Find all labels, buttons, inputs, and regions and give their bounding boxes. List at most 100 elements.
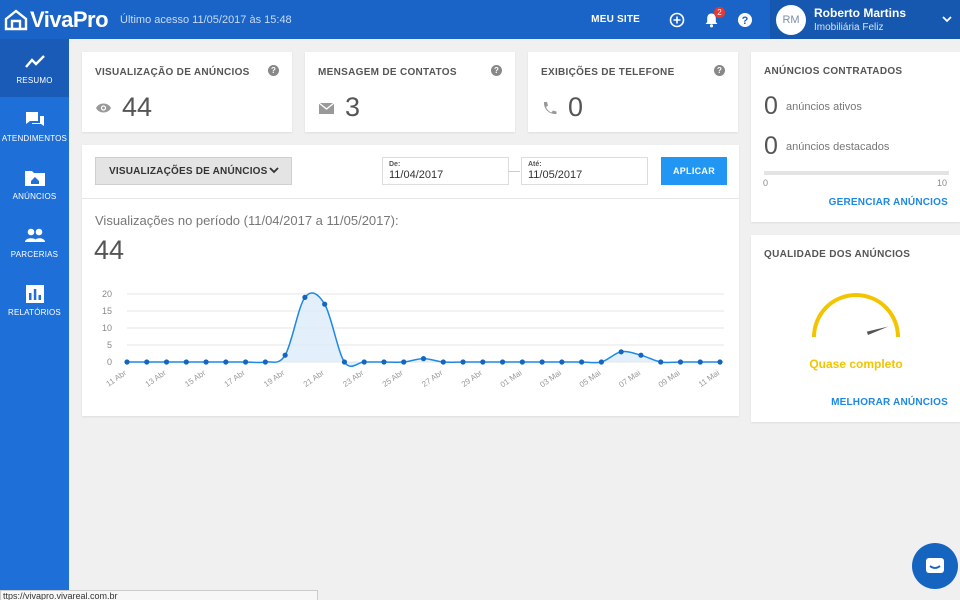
chat-bubbles-icon: [25, 111, 44, 126]
x-tick-label: 11 Abr: [105, 368, 129, 388]
gauge-needle: [866, 326, 889, 336]
apply-button[interactable]: APLICAR: [661, 157, 727, 185]
series-area: [127, 292, 720, 367]
sidebar-item-label: PARCERIAS: [10, 249, 59, 259]
data-point: [262, 359, 268, 365]
sidebar-item-label: RELATÓRIOS: [8, 307, 61, 317]
divider: [82, 198, 739, 199]
status-url: ttps://vivapro.vivareal.com.br: [0, 590, 318, 600]
sidebar-item-atendimentos[interactable]: ATENDIMENTOS: [0, 97, 69, 155]
x-tick-label: 13 Abr: [144, 368, 168, 389]
data-point: [440, 359, 446, 365]
stat-card-views: VISUALIZAÇÃO DE ANÚNCIOS ? 44: [82, 52, 292, 132]
data-point: [243, 359, 249, 365]
quality-status: Quase completo: [809, 357, 903, 371]
folder-home-icon: [24, 170, 45, 186]
date-separator: [508, 171, 520, 172]
quality-gauge: [812, 293, 900, 338]
phone-icon: [543, 101, 557, 114]
chevron-down-icon: [269, 166, 279, 177]
data-point: [223, 359, 229, 365]
panel-title: ANÚNCIOS CONTRATADOS: [764, 66, 903, 77]
data-point: [302, 294, 308, 300]
x-tick-label: 05 Mai: [578, 368, 603, 389]
help-icon[interactable]: ?: [714, 65, 725, 76]
last-access-text: Último acesso 11/05/2017 às 15:48: [120, 13, 292, 26]
stat-card-phone: EXIBIÇÕES DE TELEFONE ? 0: [528, 52, 738, 132]
data-point: [183, 359, 189, 365]
trend-line-icon: [24, 54, 45, 68]
add-icon[interactable]: [668, 11, 686, 29]
y-tick-label: 15: [102, 306, 112, 316]
help-icon[interactable]: ?: [268, 65, 279, 76]
data-point: [460, 359, 466, 365]
data-point: [519, 359, 525, 365]
x-tick-label: 01 Mai: [499, 368, 524, 389]
stat-title: VISUALIZAÇÃO DE ANÚNCIOS: [95, 67, 250, 78]
x-tick-label: 03 Mai: [538, 368, 563, 389]
sidebar-item-resumo[interactable]: RESUMO: [0, 39, 69, 97]
y-tick-label: 5: [107, 340, 112, 350]
y-tick-label: 0: [107, 357, 112, 367]
data-point: [341, 359, 348, 365]
data-point: [559, 359, 565, 365]
help-icon[interactable]: ?: [491, 65, 502, 76]
y-tick-label: 10: [102, 323, 112, 333]
avatar: RM: [776, 4, 806, 35]
data-point: [203, 359, 209, 365]
x-tick-label: 21 Abr: [302, 368, 326, 389]
sidebar: RESUMO ATENDIMENTOS ANÚNCIOS PARCERIAS R…: [0, 39, 69, 600]
date-to-field[interactable]: Até: 11/05/2017: [521, 157, 648, 185]
data-point: [598, 359, 605, 365]
chat-button[interactable]: [912, 543, 958, 589]
sidebar-item-anuncios[interactable]: ANÚNCIOS: [0, 155, 69, 213]
views-line-chart: 0 5 10 15 20 11 Abr 13 Abr 15 Abr 17 Abr 19 Abr 21…: [102, 289, 724, 389]
bell-icon[interactable]: 2: [702, 6, 725, 29]
user-menu[interactable]: RM Roberto Martins Imobiliária Feliz: [770, 0, 960, 39]
data-point: [539, 359, 545, 365]
stat-value: 44: [122, 92, 153, 122]
contracted-ads-card: ANÚNCIOS CONTRATADOS 0 anúncios ativos 0…: [751, 52, 960, 222]
data-point: [638, 352, 644, 358]
bar-max-label: 10: [937, 178, 948, 188]
people-icon: [24, 228, 45, 242]
data-point: [282, 352, 288, 358]
date-to-label: Até:: [528, 161, 542, 168]
active-ads-count: 0: [764, 92, 778, 120]
data-point: [717, 359, 723, 365]
ads-usage-bar: [764, 171, 949, 175]
stat-title: EXIBIÇÕES DE TELEFONE: [541, 67, 675, 78]
metric-dropdown[interactable]: VISUALIZAÇÕES DE ANÚNCIOS: [95, 157, 292, 185]
help-icon[interactable]: ?: [736, 11, 754, 29]
period-total: 44: [94, 235, 125, 265]
chat-icon: [926, 558, 944, 573]
panel-title: QUALIDADE DOS ANÚNCIOS: [764, 249, 911, 260]
active-ads-label: anúncios ativos: [786, 100, 862, 113]
eye-icon: [96, 103, 111, 112]
meu-site-link[interactable]: MEU SITE: [591, 14, 640, 25]
data-point: [658, 359, 664, 365]
logo-house-icon: [4, 8, 28, 30]
x-tick-label: 29 Abr: [460, 368, 484, 389]
stat-value: 0: [568, 92, 584, 122]
data-point: [144, 359, 150, 365]
logo[interactable]: VivaPro: [4, 7, 109, 33]
sidebar-item-parcerias[interactable]: PARCERIAS: [0, 213, 69, 271]
ads-quality-card: QUALIDADE DOS ANÚNCIOS Quase completo ME…: [751, 235, 960, 422]
x-tick-label: 07 Mai: [617, 368, 642, 389]
data-point: [420, 356, 427, 362]
chevron-down-icon: [942, 14, 952, 26]
views-chart-card: VISUALIZAÇÕES DE ANÚNCIOS De: 11/04/2017…: [82, 145, 739, 416]
manage-ads-link[interactable]: GERENCIAR ANÚNCIOS: [829, 197, 948, 208]
period-label: Visualizações no período (11/04/2017 a 1…: [95, 213, 399, 228]
sidebar-item-relatorios[interactable]: RELATÓRIOS: [0, 271, 69, 329]
data-point: [697, 359, 703, 365]
stat-value: 3: [345, 92, 361, 122]
date-from-field[interactable]: De: 11/04/2017: [382, 157, 509, 185]
sidebar-item-label: ATENDIMENTOS: [1, 133, 68, 143]
improve-ads-link[interactable]: MELHORAR ANÚNCIOS: [831, 397, 948, 408]
featured-ads-label: anúncios destacados: [786, 140, 890, 153]
x-tick-label: 25 Abr: [381, 368, 405, 389]
user-company: Imobiliária Feliz: [814, 22, 884, 33]
x-tick-label: 27 Abr: [420, 368, 444, 389]
